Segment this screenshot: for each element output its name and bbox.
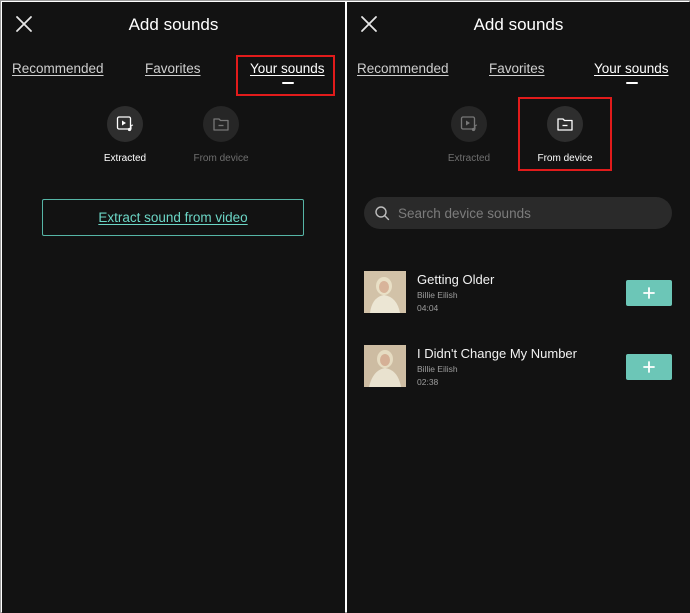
- video-music-icon: [460, 116, 478, 132]
- active-tab-indicator: [626, 82, 638, 84]
- add-song-button[interactable]: [626, 280, 672, 306]
- add-song-button[interactable]: [626, 354, 672, 380]
- song-title: I Didn't Change My Number: [417, 346, 577, 361]
- song-duration: 04:04: [417, 303, 439, 313]
- source-extracted-label: Extracted: [103, 153, 147, 164]
- right-screen: Add sounds Recommended Favorites Your so…: [347, 2, 690, 613]
- source-from-device-button[interactable]: From device: [171, 106, 271, 164]
- source-from-device-label: From device: [193, 153, 249, 164]
- source-extracted-button[interactable]: Extracted: [75, 106, 175, 164]
- song-duration: 02:38: [417, 377, 439, 387]
- search-input[interactable]: Search device sounds: [364, 197, 672, 229]
- plus-icon: [643, 361, 655, 373]
- folder-icon: [213, 118, 229, 131]
- song-title: Getting Older: [417, 272, 495, 287]
- extract-sound-button[interactable]: Extract sound from video: [42, 199, 304, 236]
- screenshot-frame: Add sounds Recommended Favorites Your so…: [0, 0, 690, 613]
- tab-recommended[interactable]: Recommended: [12, 61, 104, 76]
- plus-icon: [643, 287, 655, 299]
- video-music-icon: [116, 116, 134, 132]
- tab-favorites[interactable]: Favorites: [145, 61, 201, 76]
- source-extracted-label: Extracted: [447, 153, 491, 164]
- song-artist: Billie Eilish: [417, 290, 458, 300]
- highlight-box-your-sounds: [236, 55, 335, 96]
- tab-recommended[interactable]: Recommended: [357, 61, 449, 76]
- left-screen: Add sounds Recommended Favorites Your so…: [2, 2, 345, 613]
- list-item[interactable]: Getting Older Billie Eilish 04:04: [364, 271, 674, 315]
- tab-favorites[interactable]: Favorites: [489, 61, 545, 76]
- album-cover-image: [364, 345, 406, 387]
- page-title: Add sounds: [128, 15, 219, 34]
- list-item[interactable]: I Didn't Change My Number Billie Eilish …: [364, 345, 674, 389]
- search-icon: [375, 206, 390, 221]
- song-artist: Billie Eilish: [417, 364, 458, 374]
- search-placeholder: Search device sounds: [398, 205, 531, 221]
- album-cover-image: [364, 271, 406, 313]
- tab-your-sounds[interactable]: Your sounds: [594, 61, 669, 76]
- highlight-box-from-device: [518, 97, 612, 171]
- page-title: Add sounds: [473, 15, 564, 34]
- source-extracted-button[interactable]: Extracted: [419, 106, 519, 164]
